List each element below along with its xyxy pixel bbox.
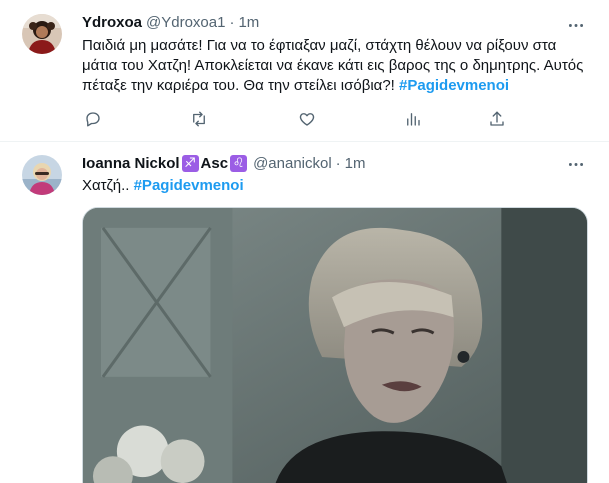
timestamp[interactable]: 1m	[238, 14, 259, 31]
more-horizontal-icon[interactable]	[565, 14, 587, 36]
like-button[interactable]	[296, 108, 318, 130]
tweet-actions	[82, 108, 514, 130]
display-name[interactable]: Ioanna Nickol	[82, 155, 180, 172]
tweet-text: Χατζή.. #Pagidevmenoi	[82, 176, 587, 196]
user-handle[interactable]: @Ydroxoa1	[146, 14, 225, 31]
reply-button[interactable]	[82, 108, 104, 130]
tweet[interactable]: Ydroxoa @Ydroxoa1 · 1m Παιδιά μη μασάτε!…	[0, 0, 609, 142]
views-button[interactable]	[402, 108, 424, 130]
display-name-suffix: Asc	[200, 154, 229, 172]
leo-emoji: ♌	[230, 154, 248, 172]
reply-icon	[86, 112, 100, 127]
tweet-header: Ydroxoa @Ydroxoa1 · 1m	[82, 12, 259, 32]
display-name[interactable]: Ydroxoa	[82, 14, 142, 31]
views-icon	[407, 113, 420, 126]
more-horizontal-icon[interactable]	[565, 153, 587, 175]
tweet-media-image[interactable]	[82, 207, 588, 483]
avatar[interactable]	[22, 155, 62, 195]
separator-dot: ·	[229, 13, 235, 31]
tweet-text-content: Χατζή..	[82, 177, 130, 194]
hashtag-link[interactable]: #Pagidevmenoi	[134, 177, 244, 194]
hashtag-link[interactable]: #Pagidevmenoi	[399, 77, 509, 94]
like-icon	[299, 113, 315, 126]
separator-dot: ·	[335, 154, 341, 172]
timestamp[interactable]: 1m	[345, 155, 366, 172]
tweet-header: Ioanna Nickol ♐ Asc ♌ @ananickol · 1m	[82, 153, 366, 173]
retweet-icon	[193, 111, 205, 127]
user-handle[interactable]: @ananickol	[253, 155, 332, 172]
retweet-button[interactable]	[188, 108, 210, 130]
tweet-text: Παιδιά μη μασάτε! Για να το έφτιαξαν μαζ…	[82, 36, 587, 96]
tweet[interactable]: Ioanna Nickol ♐ Asc ♌ @ananickol · 1m Χα…	[0, 142, 609, 483]
share-icon	[490, 111, 504, 126]
sagittarius-emoji: ♐	[181, 154, 199, 172]
avatar[interactable]	[22, 14, 62, 54]
woman-portrait-image	[83, 208, 587, 483]
share-button[interactable]	[486, 108, 508, 130]
